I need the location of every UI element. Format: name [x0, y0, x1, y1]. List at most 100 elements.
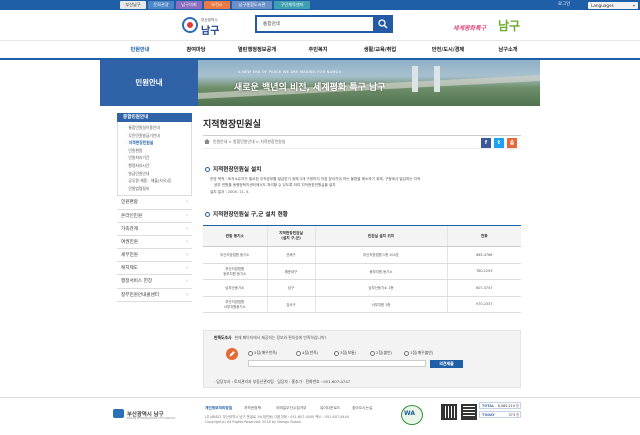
survey-option-2[interactable]: 2점(불만) — [370, 350, 392, 356]
table-cell: 부산지방법원 동부지원 동기소 — [203, 263, 267, 280]
sidebar-item[interactable]: 복지제도 — [117, 262, 192, 276]
visitor-total-label: TOTAL — [482, 404, 495, 408]
search-button[interactable] — [373, 15, 393, 33]
sidebar-head[interactable]: 종합민원안내 — [117, 113, 192, 122]
breadcrumb: 민원안내 > 종합민원안내 > 지적현장민원실 f t ⎙ — [203, 135, 521, 149]
sidebar-item[interactable]: 세무민원 — [117, 249, 192, 263]
print-icon: ⎙ — [509, 140, 514, 146]
util-tab-namgu[interactable]: 부산남구 — [120, 1, 146, 9]
sidebar-sub-item-active[interactable]: 지적현장민원실 — [118, 139, 191, 147]
footer-emblem-icon — [113, 409, 124, 418]
language-label: Languages — [591, 2, 614, 8]
sidebar-item[interactable]: 가족관계 — [117, 223, 192, 236]
sidebar-sub-item[interactable]: 무인민원발급기안내 — [118, 132, 191, 140]
visitor-total-value: 6,585,210 — [497, 404, 515, 408]
sidebar-sub-item[interactable]: 행정처리시간 — [118, 162, 191, 170]
table-header: 지적현장민원실 (설치 구,군) — [266, 225, 315, 247]
visitor-total-unit: 명 — [515, 404, 519, 408]
main-nav: 민원안내 참여마당 열린행정정보공개 주민복지 생활/교육/취업 안전/도시/경… — [0, 40, 640, 60]
utility-bar: 부산남구 문화관광 남구의회 보건소 남구종합도서관 구민체육센터 로그인 La… — [0, 0, 640, 10]
table-cell: 665-4766 — [446, 246, 521, 264]
sidebar-sub-item[interactable]: 민원처리기간 — [118, 154, 191, 162]
site-logo[interactable]: 부산광역시 남구 — [182, 16, 244, 37]
table-row: 부산지방법원 동기소 연제구 부산지방법원 1층 104호 665-4766 — [203, 246, 521, 264]
sidebar-item[interactable]: 온라인민원 — [117, 210, 192, 223]
search-box — [255, 15, 393, 33]
footer-link-email[interactable]: 이메일무단수집거부 — [276, 406, 307, 411]
section-heading: 지적현장민원실 설치 — [205, 165, 261, 173]
login-link[interactable]: 로그인 — [558, 1, 570, 9]
visitor-today-unit: 명 — [515, 413, 519, 417]
sidebar: 종합민원안내 통합민원실이용안내 무인민원발급기안내 지적현장민원실 민원편람 … — [117, 113, 192, 302]
footer-link-directions[interactable]: 찾아오시는길 — [352, 406, 372, 411]
satisfaction-survey: 만족도조사 현재 페이지에서 제공하는 정보와 편의성에 만족하십니까? 5점(매… — [203, 330, 521, 388]
table-cell: 남부산동기소 1층 — [314, 279, 447, 297]
sidebar-sub-item[interactable]: 통합민원실이용안내 — [118, 124, 191, 132]
web-accessibility-mark: WA — [401, 404, 427, 426]
survey-option-1[interactable]: 1점(매우불만) — [404, 350, 433, 356]
twitter-share-button[interactable]: t — [494, 138, 504, 148]
sidebar-item[interactable]: 행정서비스 헌장 — [117, 275, 192, 289]
visitor-today-value: 373 — [508, 413, 515, 417]
section-banner-title: 민원안내 — [100, 60, 198, 106]
banner-image: A NEW ERA OF PEACE WE ARE MAKING FOR NAM… — [198, 60, 540, 106]
footer: 부산광역시 남구 BUSAN METROPOLITAN CITY NAM-GU … — [0, 397, 640, 435]
sidebar-sub-item[interactable]: 민원법령정보 — [118, 185, 191, 193]
survey-label: 만족도조사 — [214, 335, 232, 340]
qr-code-icon — [461, 404, 477, 420]
table-cell: 동부지원 동기소 — [314, 263, 447, 280]
footer-link-privacy[interactable]: 개인정보처리방침 — [205, 406, 232, 411]
search-icon — [378, 19, 388, 29]
slogan-big: 남구 — [498, 19, 521, 33]
sidebar-item[interactable]: 민원편람 — [117, 196, 192, 210]
home-icon[interactable] — [204, 139, 210, 144]
sidebar-item[interactable]: 여권민원 — [117, 236, 192, 250]
nav-about-namgu[interactable]: 남구소개 — [486, 41, 530, 59]
util-tab-council[interactable]: 남구의회 — [176, 1, 202, 9]
footer-link-copyright[interactable]: 저작권정책 — [244, 406, 261, 411]
breadcrumb-trail: 민원안내 > 종합민원안내 > 지적현장민원실 — [213, 139, 286, 144]
info-bullet: 공부 민원을 동행정복지센터에서도 처리할 수 있도록 하여 지적현장민원실을 … — [214, 183, 336, 187]
util-tab-health[interactable]: 보건소 — [204, 1, 230, 9]
nav-safety-city[interactable]: 안전/도시/경제 — [420, 41, 476, 59]
table-header: 전화 — [446, 225, 521, 247]
sidebar-sub-item[interactable]: 민원편람 — [118, 147, 191, 155]
table-cell: 607-4747 — [446, 279, 521, 297]
sidebar-sub-item[interactable]: 공무원 채용 - 제출(사유)등 — [118, 177, 191, 185]
nav-participation[interactable]: 참여마당 — [174, 41, 218, 59]
nav-life-education[interactable]: 생활/교육/취업 — [352, 41, 408, 59]
survey-option-4[interactable]: 4점(만족) — [296, 350, 318, 356]
sidebar-sub-item[interactable]: 발급민원안내 — [118, 170, 191, 178]
util-tab-culture[interactable]: 문화관광 — [148, 1, 174, 9]
slogan-small: 세계평화특구 — [453, 25, 487, 32]
table-cell: 부산지방법원 동기소 — [203, 246, 267, 264]
util-tab-library[interactable]: 남구종합도서관 — [232, 1, 272, 9]
footer-copyright: Copyright(c) All Rights Reserved. 2016 b… — [205, 420, 301, 424]
util-tab-sports[interactable]: 구민체육센터 — [274, 1, 310, 9]
table-header: 민원실 설치 위치 — [314, 225, 447, 247]
banner-caption: 새로운 백년의 비전, 세계평화 특구 남구 — [234, 83, 386, 93]
twitter-icon: t — [497, 140, 501, 146]
survey-contact-info: · 담당부서 : 토지관리과 부동산관리팀 · 담당자 : 홍추가 · 전화번호… — [214, 379, 351, 384]
nav-civil-affairs[interactable]: 민원안내 — [118, 41, 162, 59]
survey-option-3[interactable]: 3점(보통) — [334, 350, 356, 356]
section-title: 민원안내 — [135, 78, 163, 87]
survey-question: 만족도조사 현재 페이지에서 제공하는 정보와 편의성에 만족하십니까? — [214, 335, 326, 341]
nav-welfare[interactable]: 주민복지 — [296, 41, 340, 59]
sidebar-item[interactable]: 정부민원안내콜센터 — [117, 289, 192, 302]
nav-open-admin[interactable]: 열린행정정보공개 — [228, 41, 286, 59]
search-input[interactable] — [257, 17, 373, 31]
visitor-today: TODAY 373 명 — [479, 411, 521, 418]
footer-link-viewer[interactable]: 뷰어다운로드 — [320, 406, 340, 411]
survey-comment-input[interactable] — [248, 360, 426, 367]
table-row: 부산지방법원 동부지원 동기소 해운대구 동부지원 동기소 780-1293 — [203, 263, 521, 280]
office-table: 관할 동기소 지적현장민원실 (설치 구,군) 민원실 설치 위치 전화 부산지… — [203, 225, 521, 313]
pencil-icon — [229, 351, 235, 357]
table-cell: 연제구 — [266, 246, 315, 264]
language-select[interactable]: Languages ▾ — [588, 1, 638, 9]
print-button[interactable]: ⎙ — [507, 138, 517, 148]
survey-option-5[interactable]: 5점(매우만족) — [248, 350, 277, 356]
facebook-share-button[interactable]: f — [481, 138, 491, 148]
survey-submit-button[interactable]: 의견제출 — [430, 359, 463, 368]
logo-emblem-icon — [182, 17, 198, 33]
